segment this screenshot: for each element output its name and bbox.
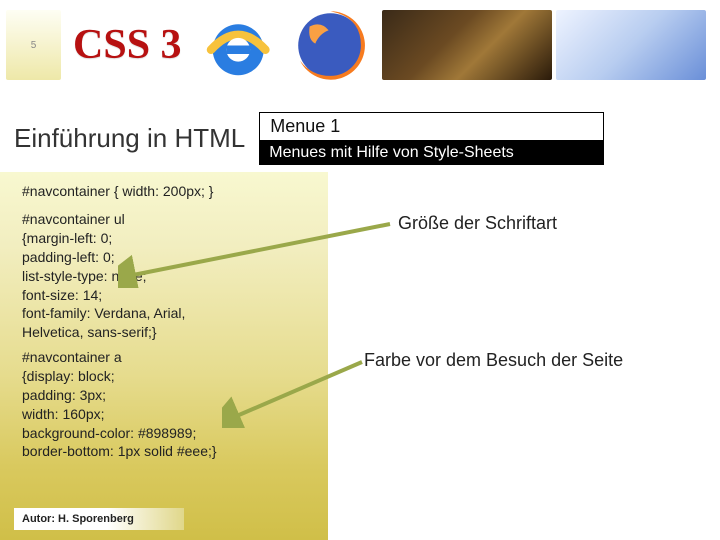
html-code-closeup-photo	[556, 10, 706, 80]
subtitle-group: Menue 1 Menues mit Hilfe von Style-Sheet…	[259, 112, 604, 165]
header-logo-strip: 5 CSS 3	[0, 0, 720, 86]
firefox-icon	[283, 10, 378, 80]
title-row: Einführung in HTML Menue 1 Menues mit Hi…	[14, 112, 604, 165]
code-block-2: #navcontainer ul {margin-left: 0; paddin…	[22, 210, 185, 342]
annotation-color-before-visit: Farbe vor dem Besuch der Seite	[364, 350, 623, 371]
page-title: Einführung in HTML	[14, 123, 245, 154]
subtitle-bottom: Menues mit Hilfe von Style-Sheets	[259, 141, 604, 165]
author-label: Autor: H. Sporenberg	[14, 508, 184, 530]
css3-wordmark: CSS 3	[65, 10, 190, 80]
annotation-font-size: Größe der Schriftart	[398, 213, 557, 234]
logo-tile-text: 5	[31, 40, 37, 51]
subtitle-top: Menue 1	[259, 112, 604, 141]
code-block-3: #navcontainer a {display: block; padding…	[22, 348, 217, 461]
code-block-1: #navcontainer { width: 200px; }	[22, 182, 213, 201]
speaker-photo	[382, 10, 552, 80]
internet-explorer-icon	[194, 10, 279, 80]
html5-logo-icon: 5	[6, 10, 61, 80]
